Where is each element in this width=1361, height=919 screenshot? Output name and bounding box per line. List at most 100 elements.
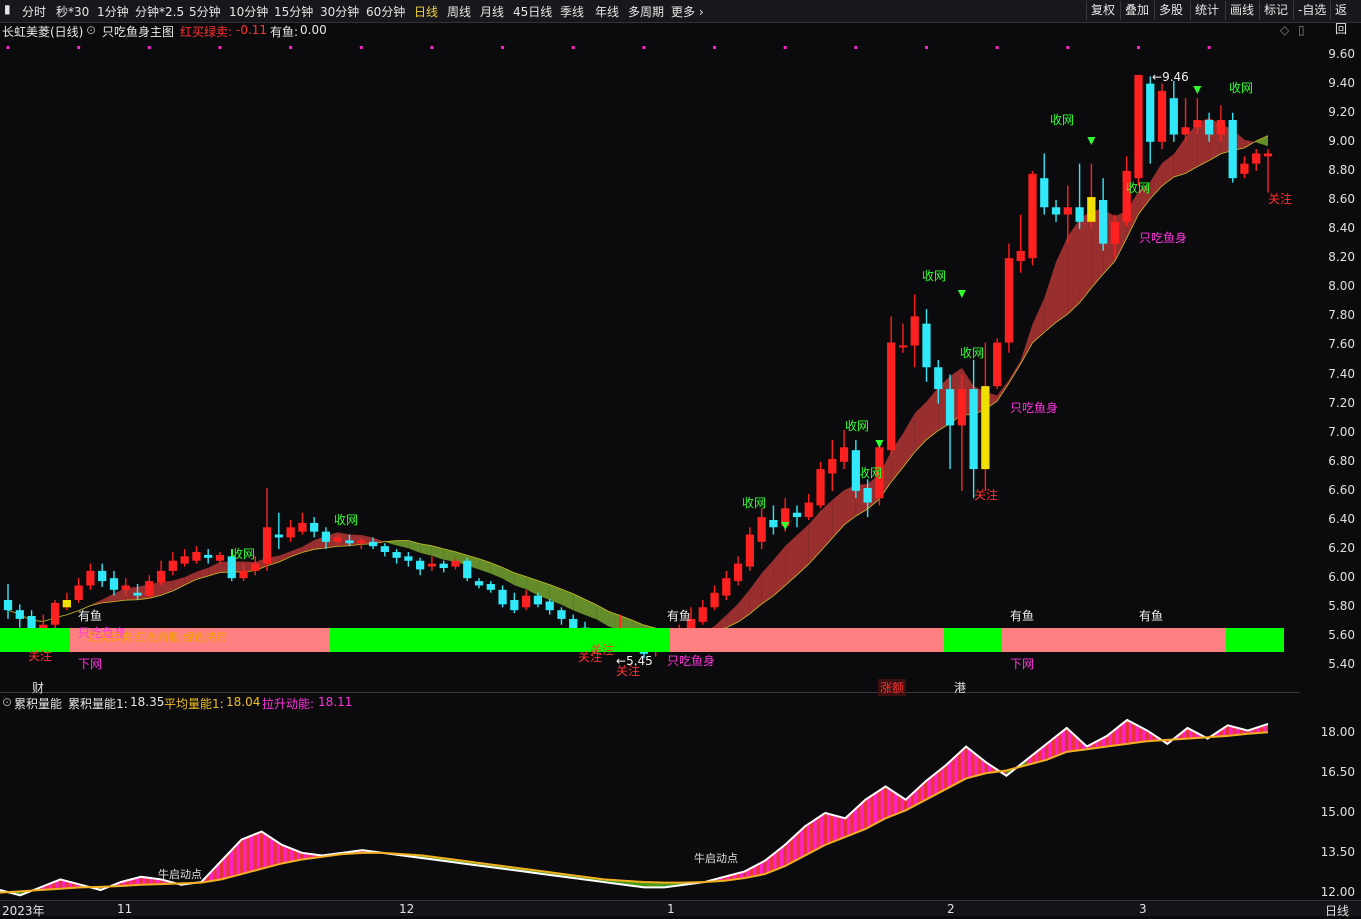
period-tab[interactable]: 30分钟: [320, 3, 359, 20]
shouwang-label: 收网: [1229, 81, 1254, 95]
period-tab[interactable]: 多周期: [628, 3, 664, 20]
signal-dot: [783, 46, 787, 49]
zhangdie-marker[interactable]: 涨额: [878, 679, 907, 696]
candle-body: [1134, 74, 1143, 179]
price-tick: 8.40: [1328, 221, 1355, 236]
candle-body: [839, 447, 849, 462]
toolbar-button[interactable]: 复权: [1086, 1, 1119, 20]
period-tab[interactable]: 15分钟: [274, 3, 313, 20]
panel-toggle-icon[interactable]: ▯: [1298, 23, 1305, 37]
collapse-icon[interactable]: ⊙: [2, 695, 12, 709]
indicator-settings-icon[interactable]: ⊙: [86, 23, 96, 37]
period-tab[interactable]: 5分钟: [189, 3, 221, 20]
price-tick: 5.60: [1328, 628, 1355, 643]
candle-body: [368, 541, 378, 547]
candle-body: [50, 602, 60, 625]
indicator-name[interactable]: 只吃鱼身主图: [102, 23, 174, 40]
candle-body: [1228, 120, 1237, 179]
trend-band: [749, 573, 762, 614]
diamond-icon[interactable]: ◇: [1280, 23, 1289, 37]
candle-body: [204, 554, 213, 558]
candle-body: [274, 534, 283, 538]
candle-body: [451, 560, 460, 567]
period-tab[interactable]: 年线: [595, 3, 619, 20]
period-tab[interactable]: 45日线: [513, 3, 552, 20]
signal-dot: [501, 46, 505, 49]
guanzhu-label: 关注: [1268, 192, 1293, 206]
period-tab[interactable]: 1分钟: [97, 3, 129, 20]
period-tab[interactable]: 更多 ›: [671, 3, 704, 20]
sub-indicator-name[interactable]: 累积量能: [14, 695, 62, 712]
signal-dot: [925, 46, 929, 49]
trend-band: [1150, 163, 1163, 199]
energy-tick: 16.50: [1320, 765, 1355, 780]
candle-body: [945, 389, 955, 426]
hold-status-bar: [330, 628, 670, 652]
l2-value: 18.04: [226, 695, 261, 709]
cai-marker[interactable]: 财: [32, 679, 44, 696]
xaxis-label: 1: [667, 902, 675, 916]
candle-body: [357, 540, 366, 544]
period-tab[interactable]: 10分钟: [229, 3, 268, 20]
candle-body: [416, 560, 425, 570]
price-tick: 7.00: [1328, 424, 1355, 439]
toolbar-button[interactable]: 统计: [1190, 1, 1223, 20]
candle-body: [792, 512, 802, 518]
candle-body: [1063, 207, 1072, 215]
period-tab[interactable]: 季线: [560, 3, 584, 20]
candle-body: [1240, 163, 1249, 174]
price-tick: 7.40: [1328, 366, 1355, 381]
candle-body: [745, 534, 754, 567]
candle-body: [239, 570, 248, 579]
candle-body: [733, 563, 743, 582]
xaxis-label: 3: [1139, 902, 1147, 916]
zhichi-label: 只吃鱼身: [1139, 231, 1188, 245]
l3-label: 拉升动能:: [262, 697, 315, 711]
candle-body: [15, 610, 24, 619]
price-tick: 6.40: [1328, 512, 1355, 526]
toolbar-button[interactable]: 标记: [1259, 1, 1292, 20]
period-tab[interactable]: 分时: [22, 3, 46, 20]
trend-band: [278, 551, 291, 563]
toolbar-button[interactable]: 多股: [1154, 1, 1187, 20]
trend-band: [431, 545, 444, 560]
toolbar-button[interactable]: 返回: [1330, 1, 1361, 36]
down-arrow: [1087, 137, 1096, 145]
gang-marker[interactable]: 港: [954, 679, 966, 696]
toolbar-button[interactable]: -自选: [1293, 1, 1330, 20]
period-tab[interactable]: 60分钟: [366, 3, 405, 20]
param1-label: 红买绿卖:: [180, 25, 233, 39]
shouwang-label: 收网: [960, 346, 985, 360]
toolbar-button[interactable]: 叠加: [1120, 1, 1153, 20]
youyu-label: 有鱼: [667, 609, 692, 623]
trend-band: [726, 603, 739, 628]
period-tab[interactable]: 秒*30: [56, 3, 89, 20]
toolbar-button[interactable]: 画线: [1225, 1, 1258, 20]
hold-status-bar: [1226, 628, 1284, 652]
candle-body: [1051, 207, 1061, 215]
trend-band: [738, 589, 750, 623]
price-tick: 8.20: [1328, 250, 1355, 265]
candle-body: [298, 522, 307, 532]
period-tab[interactable]: 周线: [447, 3, 471, 20]
candle-body: [1146, 83, 1155, 142]
candle-body: [828, 458, 837, 474]
candle-body: [251, 563, 260, 571]
period-tab[interactable]: 日线: [414, 3, 438, 20]
highlight-candle: [1087, 197, 1096, 222]
period-tab[interactable]: 分钟*2.5: [135, 3, 184, 20]
candle-body: [1216, 120, 1226, 135]
shouwang-label: 收网: [1050, 113, 1075, 127]
candle-body: [463, 560, 472, 579]
band-note: 红买绿卖:红色持股,绿色持币: [88, 631, 228, 644]
youyu-label: 有鱼: [1139, 609, 1164, 623]
period-tab[interactable]: 月线: [480, 3, 504, 20]
period-toolbar: ▮ 分时 秒*30 1分钟 分钟*2.5 5分钟 10分钟 15分钟 30分钟 60分钟 日线 周线…: [0, 0, 1361, 36]
shouwang-label: 收网: [845, 419, 870, 433]
candle-body: [392, 552, 401, 558]
trend-band: [1044, 261, 1057, 333]
period-indicator[interactable]: 日线: [1325, 902, 1349, 919]
candle-body: [498, 589, 507, 605]
toolbar-toggle-icon[interactable]: ▮: [4, 2, 11, 16]
candle-body: [969, 389, 978, 470]
